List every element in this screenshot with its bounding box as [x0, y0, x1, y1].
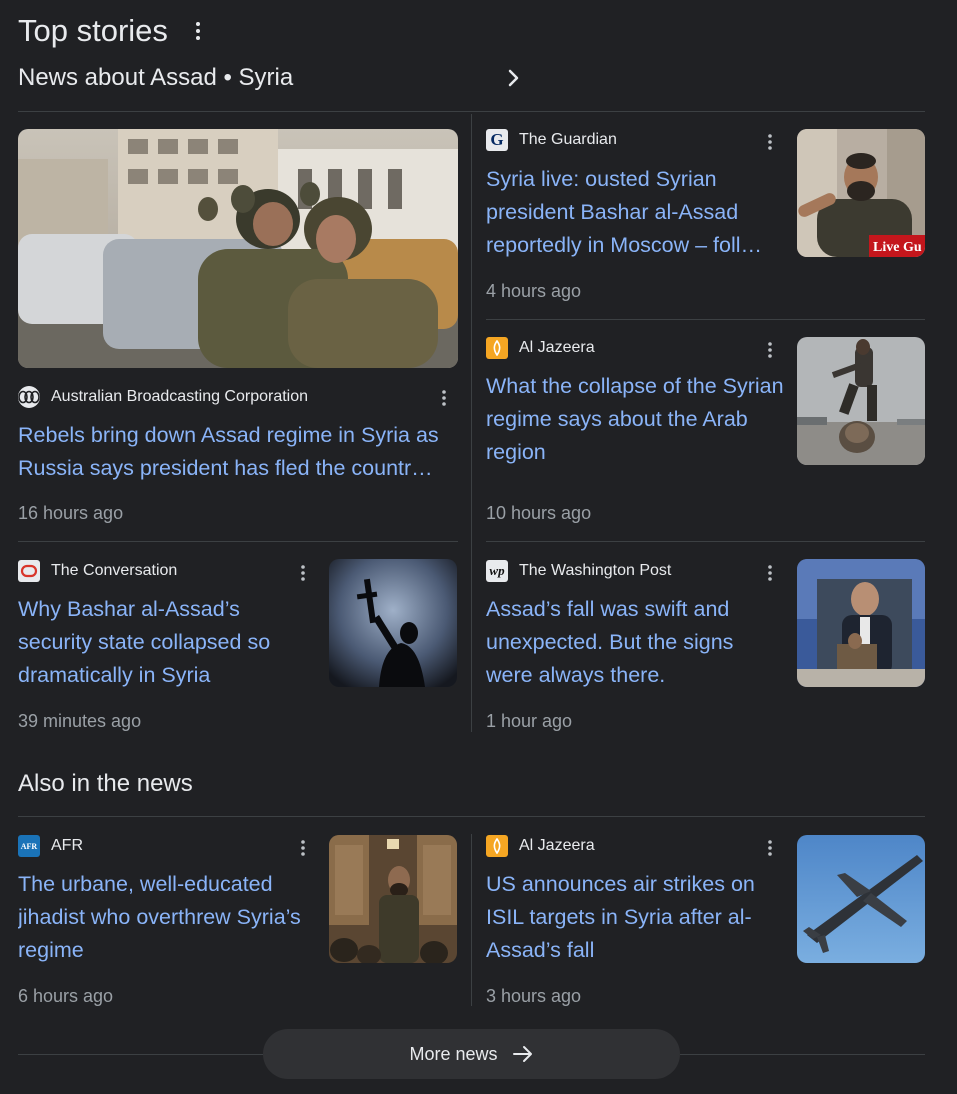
more-news-label: More news	[409, 1043, 498, 1064]
story-image[interactable]	[18, 129, 458, 368]
topic-subtitle[interactable]: News about Assad • Syria	[18, 62, 293, 94]
wapo-logo-icon: wp	[486, 560, 508, 582]
source-name: The Guardian	[519, 131, 617, 148]
story-menu-icon[interactable]	[762, 562, 778, 584]
story-menu-icon[interactable]	[436, 387, 452, 409]
aljazeera-logo-icon	[486, 835, 508, 857]
source-name: Al Jazeera	[519, 339, 595, 356]
divider	[18, 541, 458, 542]
story-time: 3 hours ago	[486, 986, 582, 1006]
story-time: 16 hours ago	[18, 503, 124, 523]
more-options-icon[interactable]	[189, 19, 207, 43]
source-name: The Conversation	[51, 562, 178, 579]
source-name: Al Jazeera	[519, 837, 595, 854]
story-time: 4 hours ago	[486, 281, 582, 301]
story-headline[interactable]: Assad’s fall was swift and unexpected. B…	[486, 593, 778, 692]
story-time: 10 hours ago	[486, 503, 592, 523]
source-name: Australian Broadcasting Corporation	[51, 388, 309, 405]
story-image[interactable]	[329, 835, 457, 963]
live-badge: Live Gu	[873, 240, 922, 255]
story-image[interactable]	[797, 835, 925, 963]
divider	[486, 319, 925, 320]
section-title: Top stories	[18, 13, 168, 48]
story-time: 1 hour ago	[486, 711, 573, 731]
aljazeera-logo-icon	[486, 337, 508, 359]
story-headline[interactable]: US announces air strikes on ISIL targets…	[486, 868, 778, 967]
story-headline[interactable]: Why Bashar al-Assad’s security state col…	[18, 593, 313, 692]
story-headline[interactable]: Rebels bring down Assad regime in Syria …	[18, 419, 458, 485]
story-image[interactable]	[797, 337, 925, 465]
source-name: The Washington Post	[519, 562, 672, 579]
story-image[interactable]: Live Gu	[797, 129, 925, 257]
story-menu-icon[interactable]	[762, 837, 778, 859]
divider	[486, 541, 925, 542]
story-time: 39 minutes ago	[18, 711, 142, 731]
column-divider	[471, 114, 472, 732]
story-time: 6 hours ago	[18, 986, 114, 1006]
story-headline[interactable]: Syria live: ousted Syrian president Bash…	[486, 163, 778, 262]
story-image[interactable]	[329, 559, 457, 687]
conversation-logo-icon	[18, 560, 40, 582]
divider	[680, 1054, 925, 1055]
guardian-logo-icon: G	[486, 129, 508, 151]
divider	[18, 816, 925, 817]
story-menu-icon[interactable]	[295, 562, 311, 584]
story-headline[interactable]: The urbane, well-educated jihadist who o…	[18, 868, 318, 967]
afr-logo-icon: AFR	[18, 835, 40, 857]
divider	[18, 111, 925, 112]
arrow-right-icon	[512, 1045, 534, 1063]
abc-logo-icon	[18, 386, 40, 408]
story-headline[interactable]: What the collapse of the Syrian regime s…	[486, 370, 786, 469]
story-menu-icon[interactable]	[762, 131, 778, 153]
story-image[interactable]	[797, 559, 925, 687]
story-menu-icon[interactable]	[762, 339, 778, 361]
divider	[18, 1054, 263, 1055]
column-divider	[471, 834, 472, 1006]
section-title: Also in the news	[18, 770, 193, 797]
chevron-right-icon[interactable]	[500, 62, 528, 94]
source-name: AFR	[51, 837, 83, 854]
story-menu-icon[interactable]	[295, 837, 311, 859]
more-news-button[interactable]: More news	[263, 1029, 680, 1079]
